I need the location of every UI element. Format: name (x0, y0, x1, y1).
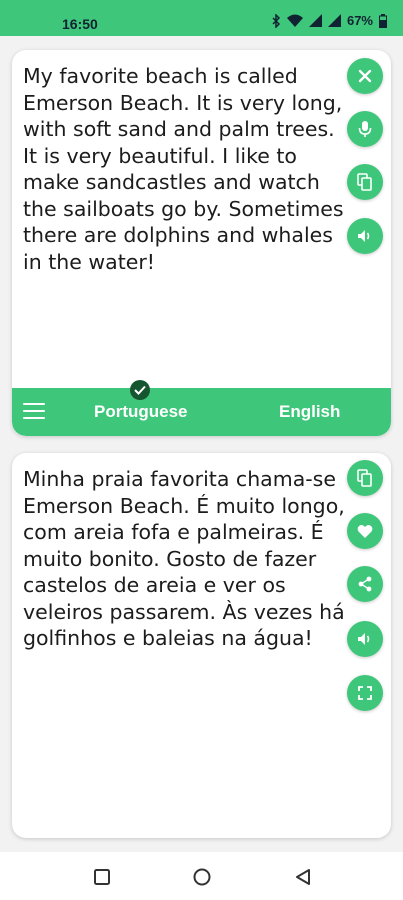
navigation-bar (0, 852, 403, 900)
fullscreen-icon (358, 686, 372, 700)
clear-button[interactable] (347, 58, 383, 94)
copy-icon (357, 173, 372, 191)
close-icon (358, 69, 372, 83)
heart-icon (357, 524, 373, 538)
battery-icon (379, 13, 387, 28)
menu-icon[interactable] (23, 403, 45, 421)
share-icon (358, 576, 372, 592)
copy-icon (357, 469, 372, 487)
speak-translation-button[interactable] (347, 621, 383, 657)
microphone-button[interactable] (347, 111, 383, 147)
source-card: My favorite beach is called Emerson Beac… (12, 50, 391, 436)
microphone-icon (358, 121, 372, 137)
check-icon (134, 385, 146, 395)
source-language-button[interactable]: Portuguese (94, 402, 188, 422)
signal-icon-2 (327, 14, 341, 27)
status-time: 16:50 (62, 16, 98, 32)
bluetooth-icon (272, 13, 281, 28)
speaker-icon (358, 633, 370, 645)
translation-card: Minha praia favorita chama-se Emerson Be… (12, 453, 391, 838)
speaker-icon (358, 230, 370, 242)
home-icon[interactable] (191, 866, 213, 888)
selected-check-badge (130, 380, 150, 400)
recent-apps-icon[interactable] (91, 866, 113, 888)
copy-translation-button[interactable] (347, 460, 383, 496)
translated-text: Minha praia favorita chama-se Emerson Be… (23, 467, 345, 650)
fullscreen-button[interactable] (347, 675, 383, 711)
share-button[interactable] (347, 566, 383, 602)
wifi-icon (286, 14, 303, 27)
target-language-button[interactable]: English (279, 402, 340, 422)
signal-icon (308, 14, 322, 27)
source-text-input[interactable]: My favorite beach is called Emerson Beac… (23, 63, 349, 275)
copy-source-button[interactable] (347, 164, 383, 200)
back-icon[interactable] (292, 866, 314, 888)
battery-percentage: 67% (346, 13, 373, 28)
language-bar: Portuguese English (12, 380, 391, 436)
speak-source-button[interactable] (347, 218, 383, 254)
status-bar: 16:50 67% (0, 0, 403, 36)
status-icons: 67% (271, 13, 387, 28)
favorite-button[interactable] (347, 513, 383, 549)
